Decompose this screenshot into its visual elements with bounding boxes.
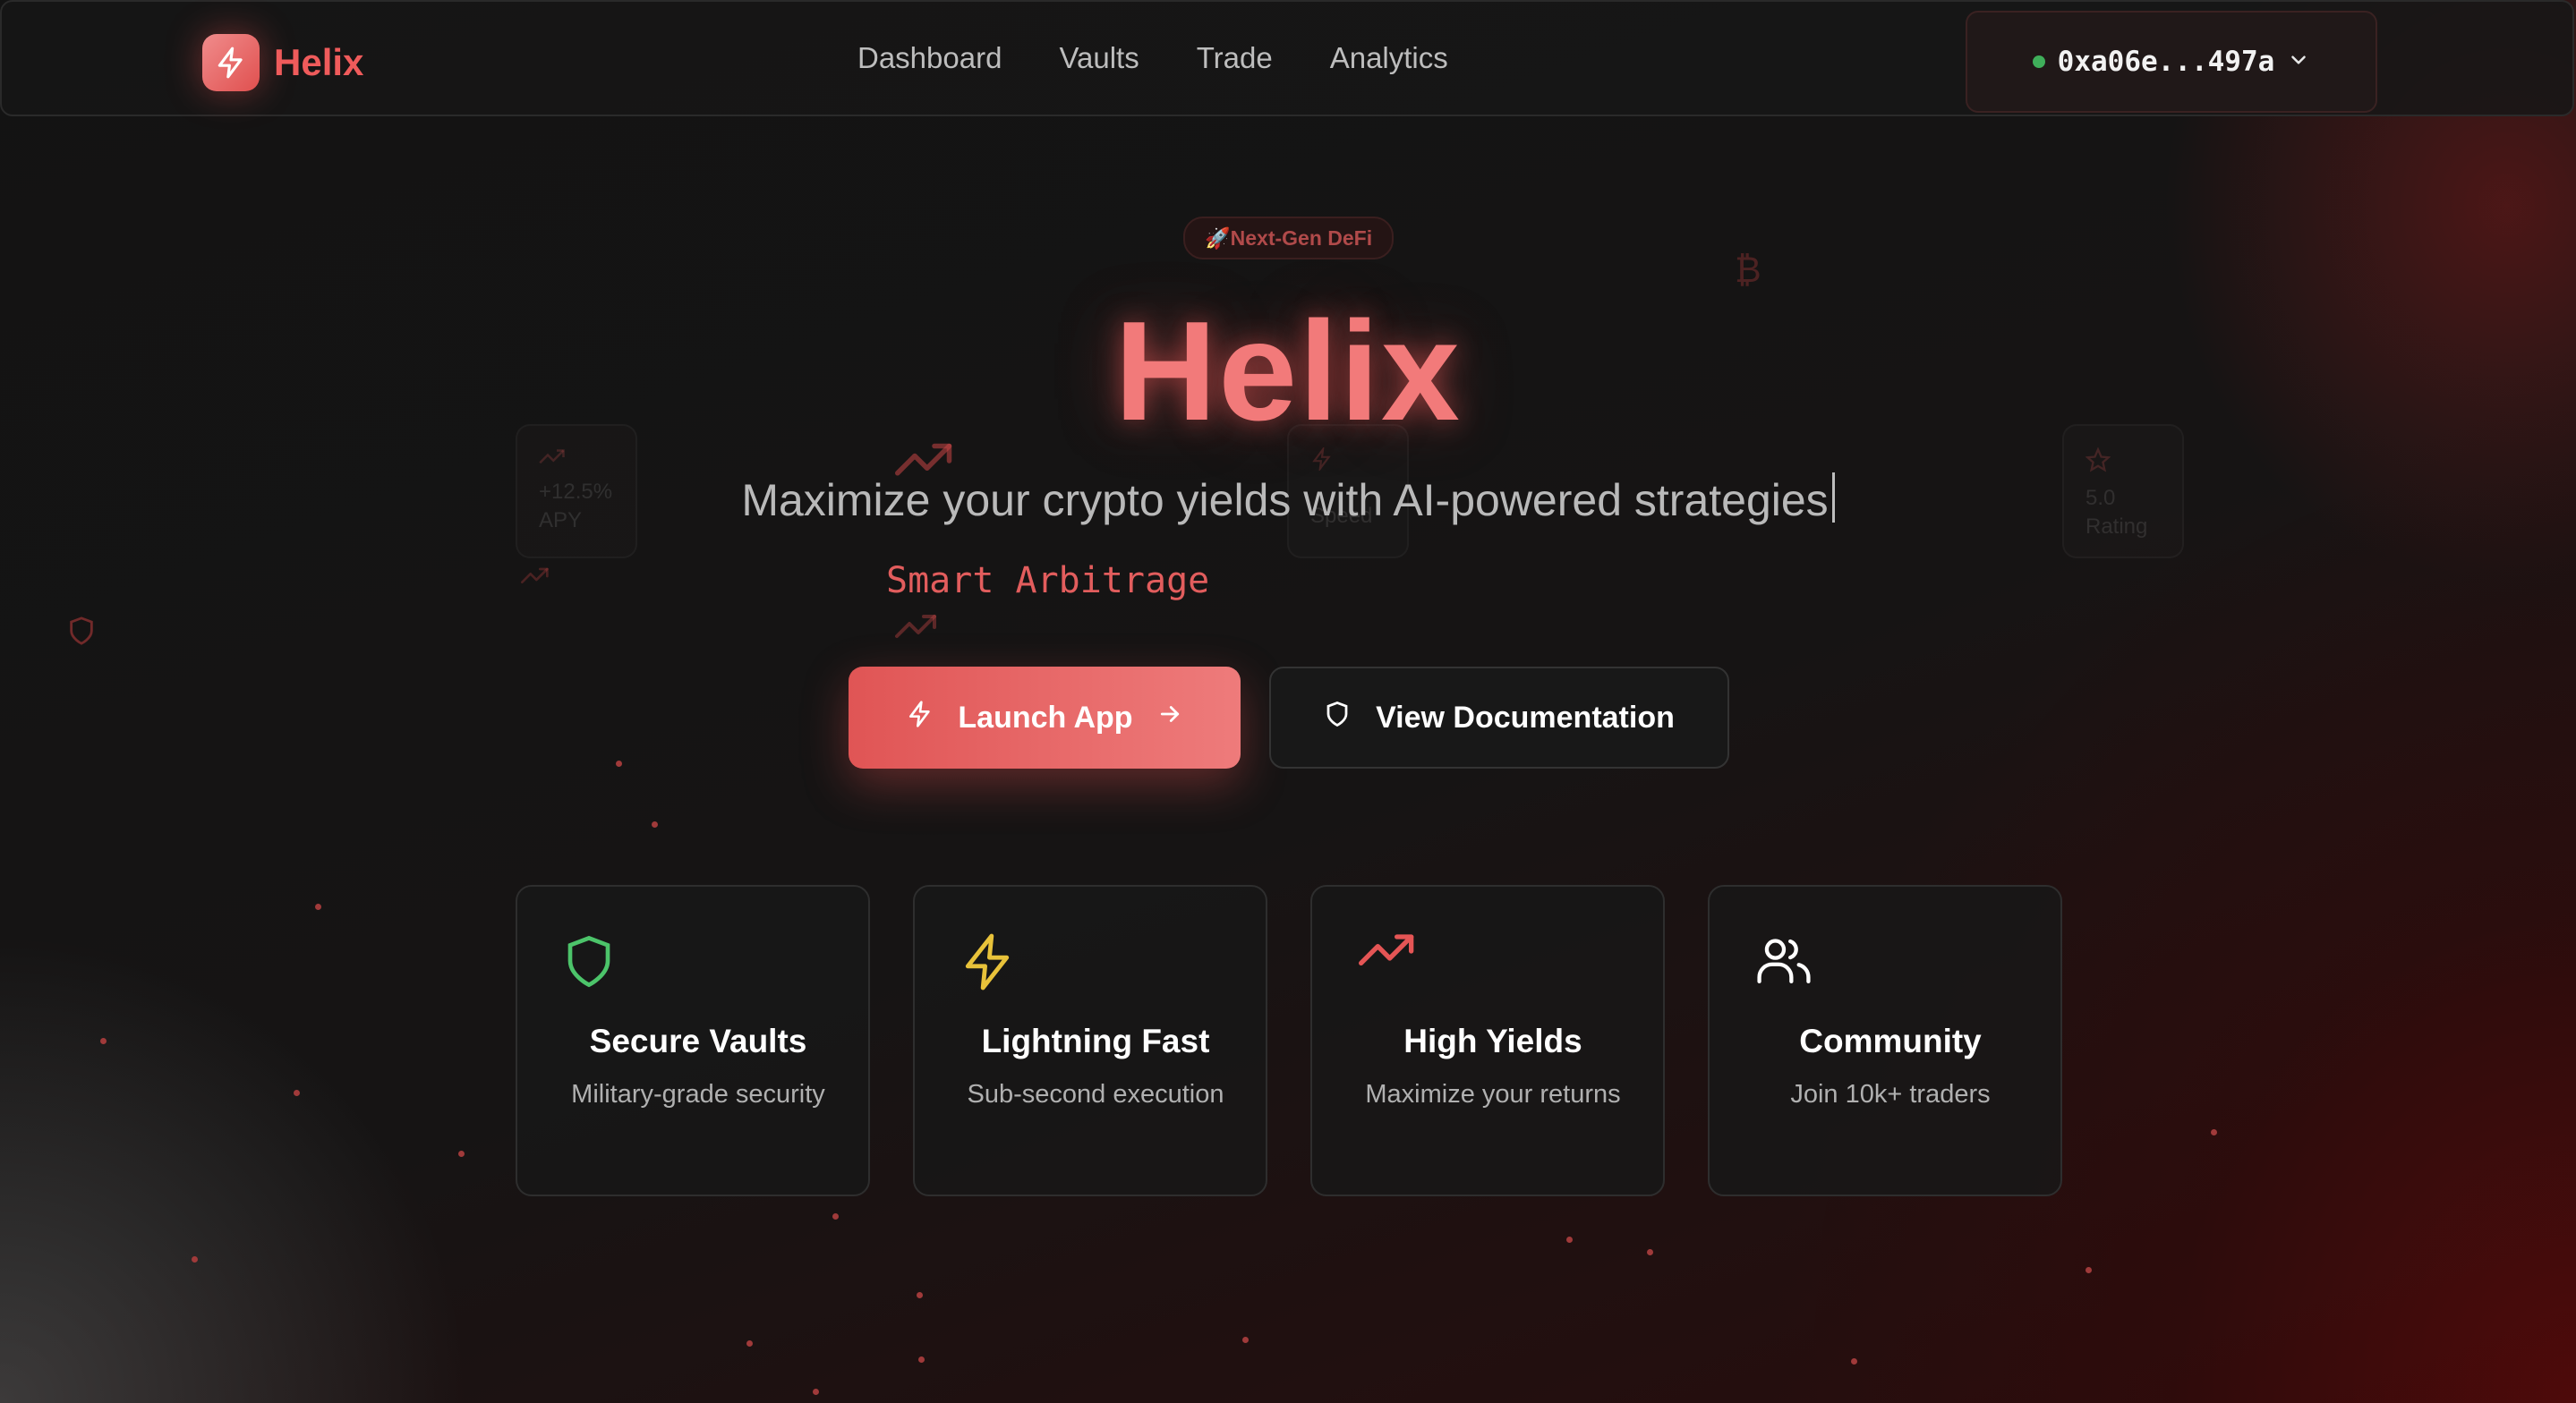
particle-dot <box>192 1256 198 1263</box>
view-documentation-button[interactable]: View Documentation <box>1269 667 1729 769</box>
hero-badge: 🚀Next-Gen DeFi <box>1183 217 1395 259</box>
particle-dot <box>100 1038 107 1044</box>
main-nav: Dashboard Vaults Trade Analytics <box>857 41 1448 75</box>
trending-up-icon <box>1359 933 1627 992</box>
feature-title: Community <box>1799 1023 1982 1059</box>
typing-text: Smart Arbitrage <box>886 560 1210 601</box>
particle-dot <box>458 1151 465 1157</box>
particle-dot <box>652 821 658 828</box>
particle-dot <box>1242 1337 1249 1343</box>
nav-vaults[interactable]: Vaults <box>1059 41 1139 75</box>
hero-subtitle-text: Maximize your crypto yields with AI-powe… <box>741 475 1829 525</box>
particle-dot <box>1566 1237 1573 1243</box>
particle-dot <box>918 1356 925 1363</box>
particle-dot <box>2086 1267 2092 1273</box>
feature-card-secure-vaults[interactable]: Secure Vaults Military-grade security <box>516 885 870 1196</box>
brand-logo[interactable]: Helix <box>202 34 363 91</box>
trending-up-icon <box>895 614 938 645</box>
particle-dot <box>746 1340 753 1347</box>
feature-description: Maximize your returns <box>1365 1080 1621 1109</box>
launch-app-button[interactable]: Launch App <box>849 667 1241 769</box>
particle-dot <box>616 761 622 767</box>
feature-card-lightning-fast[interactable]: Lightning Fast Sub-second execution <box>913 885 1267 1196</box>
particle-dot <box>832 1213 839 1220</box>
feature-description: Sub-second execution <box>967 1080 1224 1109</box>
feature-title: Secure Vaults <box>589 1023 807 1059</box>
nav-dashboard[interactable]: Dashboard <box>857 41 1002 75</box>
feature-card-high-yields[interactable]: High Yields Maximize your returns <box>1310 885 1665 1196</box>
zap-icon <box>906 700 934 736</box>
shield-icon <box>1324 700 1351 736</box>
wallet-address: 0xa06e...497a <box>2057 46 2275 78</box>
typing-caret <box>1831 472 1835 523</box>
zap-icon <box>961 933 1230 992</box>
particle-dot <box>294 1090 300 1096</box>
feature-card-community[interactable]: Community Join 10k+ traders <box>1708 885 2062 1196</box>
shield-icon <box>66 614 97 652</box>
particle-dot <box>1851 1358 1857 1365</box>
users-icon <box>1756 933 2025 992</box>
chevron-down-icon <box>2287 48 2310 76</box>
particle-dot <box>315 904 321 910</box>
particle-dot <box>917 1292 923 1298</box>
particle-dot <box>813 1389 819 1395</box>
bolt-logo-icon <box>202 34 260 91</box>
feature-title: Lightning Fast <box>981 1023 1210 1059</box>
bitcoin-icon: ₿ <box>1735 251 1761 290</box>
brand-name: Helix <box>274 41 364 83</box>
feature-cards: Secure Vaults Military-grade security Li… <box>516 885 2062 1196</box>
trending-up-icon <box>521 567 550 590</box>
feature-description: Military-grade security <box>571 1080 825 1109</box>
view-documentation-label: View Documentation <box>1376 700 1675 735</box>
feature-description: Join 10k+ traders <box>1790 1080 1991 1109</box>
top-navbar: Helix Dashboard Vaults Trade Analytics 0… <box>0 0 2574 116</box>
particle-dot <box>2211 1129 2217 1135</box>
wallet-button[interactable]: 0xa06e...497a <box>1966 11 2377 113</box>
nav-trade[interactable]: Trade <box>1197 41 1273 75</box>
nav-analytics[interactable]: Analytics <box>1330 41 1448 75</box>
hero-subtitle: Maximize your crypto yields with AI-powe… <box>0 472 2576 526</box>
shield-icon <box>564 933 832 992</box>
launch-app-label: Launch App <box>958 700 1133 735</box>
arrow-right-icon <box>1156 701 1183 736</box>
page: Helix Dashboard Vaults Trade Analytics 0… <box>0 0 2576 1403</box>
wallet-status-dot <box>2032 55 2045 68</box>
hero-title: Helix <box>1114 293 1462 450</box>
particle-dot <box>1647 1249 1653 1255</box>
feature-title: High Yields <box>1403 1023 1582 1059</box>
